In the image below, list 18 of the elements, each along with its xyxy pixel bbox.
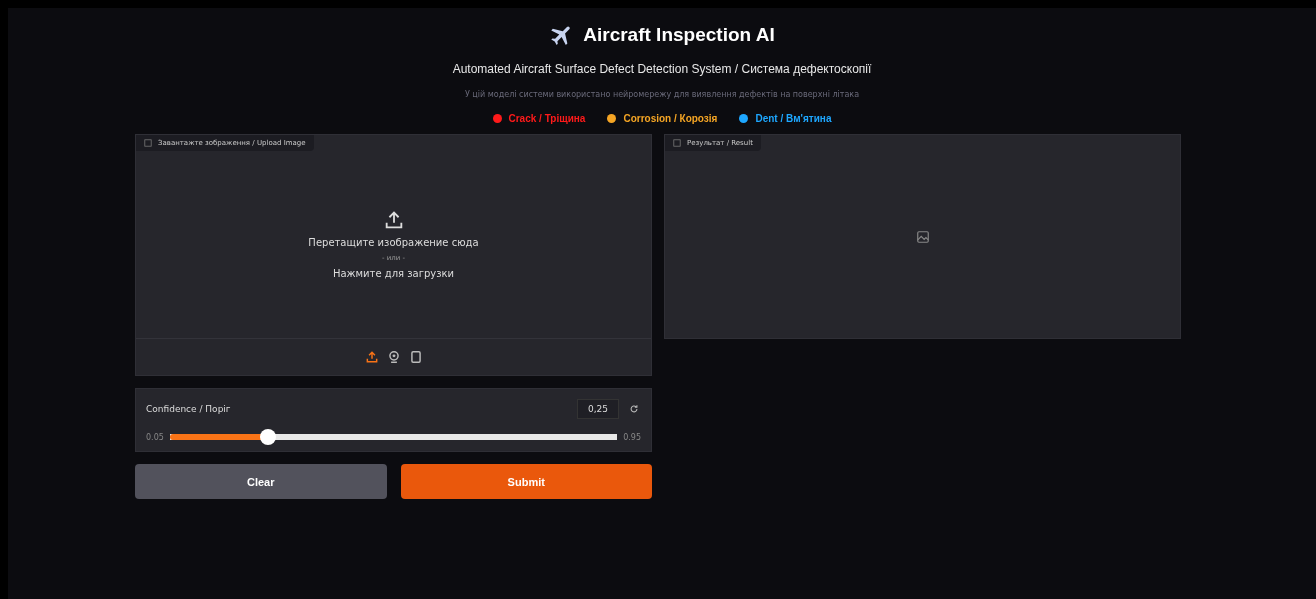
app-title: Aircraft Inspection AI <box>583 24 775 46</box>
image-icon <box>673 139 681 147</box>
click-text: Нажмите для загрузки <box>332 267 455 279</box>
clear-button[interactable]: Clear <box>135 464 387 499</box>
legend-label: Dent / Вм'ятина <box>755 113 832 124</box>
image-icon <box>144 139 152 147</box>
submit-button[interactable]: Submit <box>400 464 652 499</box>
description: У цій моделі системи використано нейромережу для виявлення дефектів на поверхні літака <box>464 90 860 99</box>
subtitle: Automated Aircraft Surface Defect Detection System / Система дефектоскопії <box>452 62 872 76</box>
legend-label: Crack / Тріщина <box>508 113 586 124</box>
drop-text: Перетащите изображение сюда <box>308 236 479 248</box>
legend-label: Corrosion / Корозія <box>623 113 718 124</box>
slider-label: Confidence / Поріг <box>146 404 231 414</box>
value-field[interactable]: 0,25 <box>576 399 619 419</box>
min-label: 0.05 <box>146 432 164 442</box>
image-placeholder-icon <box>915 229 930 244</box>
max-label: 0.95 <box>623 432 641 442</box>
slider-thumb[interactable] <box>260 429 277 445</box>
